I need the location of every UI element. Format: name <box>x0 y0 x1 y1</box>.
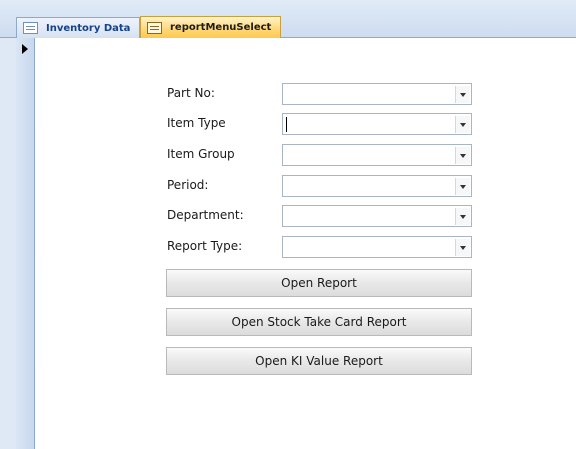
part-no-label: Part No: <box>167 86 215 100</box>
department-label: Department: <box>167 208 244 222</box>
tab-inventory-data[interactable]: Inventory Data <box>16 17 140 38</box>
item-type-row: Item Type <box>167 113 472 135</box>
form-icon <box>147 21 162 34</box>
chevron-down-icon <box>460 122 466 127</box>
chevron-down-icon <box>460 92 466 97</box>
navigation-edge <box>0 38 16 449</box>
tab-label: reportMenuSelect <box>170 22 272 33</box>
item-group-row: Item Group <box>167 144 472 166</box>
chevron-down-icon <box>460 214 466 219</box>
item-type-combobox[interactable] <box>282 113 472 135</box>
period-combobox[interactable] <box>282 175 472 197</box>
item-group-dropdown-button[interactable] <box>455 147 470 164</box>
open-report-button[interactable]: Open Report <box>166 269 472 297</box>
open-ki-value-report-button[interactable]: Open KI Value Report <box>166 347 472 375</box>
item-group-combobox[interactable] <box>282 144 472 166</box>
chevron-down-icon <box>460 153 466 158</box>
period-label: Period: <box>167 178 209 192</box>
chevron-down-icon <box>460 184 466 189</box>
report-type-label: Report Type: <box>167 239 243 253</box>
item-type-dropdown-button[interactable] <box>455 116 470 133</box>
report-type-dropdown-button[interactable] <box>455 239 470 256</box>
report-type-combobox[interactable] <box>282 236 472 258</box>
tab-label: Inventory Data <box>46 22 131 34</box>
part-no-row: Part No: <box>167 83 472 105</box>
department-combobox[interactable] <box>282 205 472 227</box>
form-icon <box>23 22 38 34</box>
item-group-label: Item Group <box>167 147 235 161</box>
part-no-dropdown-button[interactable] <box>455 86 470 103</box>
period-row: Period: <box>167 175 472 197</box>
open-stock-take-card-report-button[interactable]: Open Stock Take Card Report <box>166 308 472 336</box>
text-cursor <box>286 117 287 132</box>
tab-report-menu-select[interactable]: reportMenuSelect <box>140 16 281 38</box>
period-dropdown-button[interactable] <box>455 178 470 195</box>
department-dropdown-button[interactable] <box>455 208 470 225</box>
record-selector[interactable] <box>16 38 35 449</box>
record-selector-arrow-icon <box>22 44 28 54</box>
chevron-down-icon <box>460 245 466 250</box>
report-type-row: Report Type: <box>167 236 472 258</box>
document-tab-strip: Inventory Data reportMenuSelect <box>0 0 576 38</box>
department-row: Department: <box>167 205 472 227</box>
part-no-combobox[interactable] <box>282 83 472 105</box>
item-type-label: Item Type <box>167 116 226 130</box>
